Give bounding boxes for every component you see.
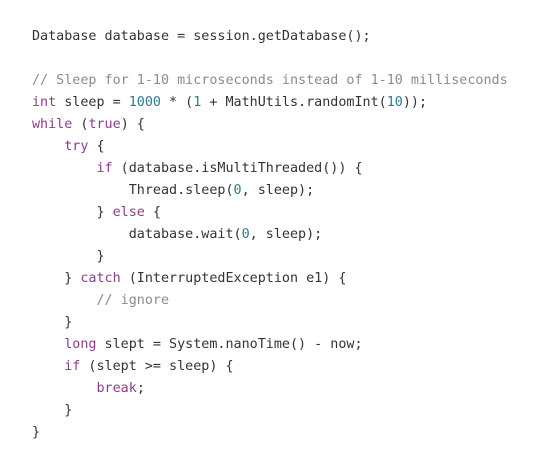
code-text: Database database = session.getDatabase(… (32, 29, 371, 44)
code-text: , sleep); (241, 183, 315, 198)
code-keyword: try (64, 139, 89, 154)
code-keyword: else (112, 205, 145, 220)
code-line: if (slept >= sleep) { (32, 356, 551, 378)
code-keyword: if (96, 161, 113, 176)
code-text: slept = System.nanoTime() - now; (96, 337, 363, 352)
code-line: database.wait(0, sleep); (32, 224, 551, 246)
code-comment: // Sleep for 1-10 microseconds instead o… (32, 73, 508, 88)
code-text: + MathUtils.randomInt( (201, 95, 387, 110)
code-line: // ignore (32, 290, 551, 312)
code-keyword: int (32, 95, 57, 110)
code-text: } (32, 249, 105, 264)
code-text: * ( (161, 95, 194, 110)
code-text: sleep = (56, 95, 129, 110)
code-number: 1000 (128, 95, 161, 110)
code-text: } (32, 205, 113, 220)
code-text: ) { (120, 117, 145, 132)
code-text: (InterruptedException e1) { (120, 271, 347, 286)
code-block: Database database = session.getDatabase(… (0, 0, 551, 474)
code-line: } catch (InterruptedException e1) { (32, 268, 551, 290)
code-text: Thread.sleep( (32, 183, 234, 198)
code-comment: // ignore (96, 293, 170, 308)
code-line: Thread.sleep(0, sleep); (32, 180, 551, 202)
code-text: ( (72, 117, 89, 132)
code-text: { (144, 205, 161, 220)
code-number: 0 (241, 227, 250, 242)
code-text: )); (402, 95, 428, 110)
code-line: int sleep = 1000 * (1 + MathUtils.random… (32, 92, 551, 114)
code-line: if (database.isMultiThreaded()) { (32, 158, 551, 180)
code-number: 0 (233, 183, 242, 198)
code-number: 10 (386, 95, 403, 110)
code-text: } (32, 425, 41, 440)
code-text: } (32, 315, 73, 330)
code-line: } (32, 422, 551, 444)
code-line: Database database = session.getDatabase(… (32, 26, 551, 48)
code-keyword: if (64, 359, 81, 374)
code-text: } (32, 271, 81, 286)
code-text: ; (136, 381, 145, 396)
code-text: (database.isMultiThreaded()) { (112, 161, 363, 176)
code-line: long slept = System.nanoTime() - now; (32, 334, 551, 356)
code-line: } (32, 312, 551, 334)
code-keyword: break (96, 381, 137, 396)
code-line: while (true) { (32, 114, 551, 136)
code-text: { (88, 139, 105, 154)
code-text: (slept >= sleep) { (80, 359, 234, 374)
code-text: database.wait( (32, 227, 242, 242)
code-keyword: catch (80, 271, 121, 286)
code-line: try { (32, 136, 551, 158)
code-keyword: while (32, 117, 73, 132)
code-line: } (32, 400, 551, 422)
code-text: } (32, 403, 73, 418)
code-keyword: long (64, 337, 97, 352)
code-line: } (32, 246, 551, 268)
code-keyword: true (88, 117, 121, 132)
code-line: // Sleep for 1-10 microseconds instead o… (32, 70, 551, 92)
code-text: , sleep); (249, 227, 323, 242)
code-line: break; (32, 378, 551, 400)
code-line: } else { (32, 202, 551, 224)
